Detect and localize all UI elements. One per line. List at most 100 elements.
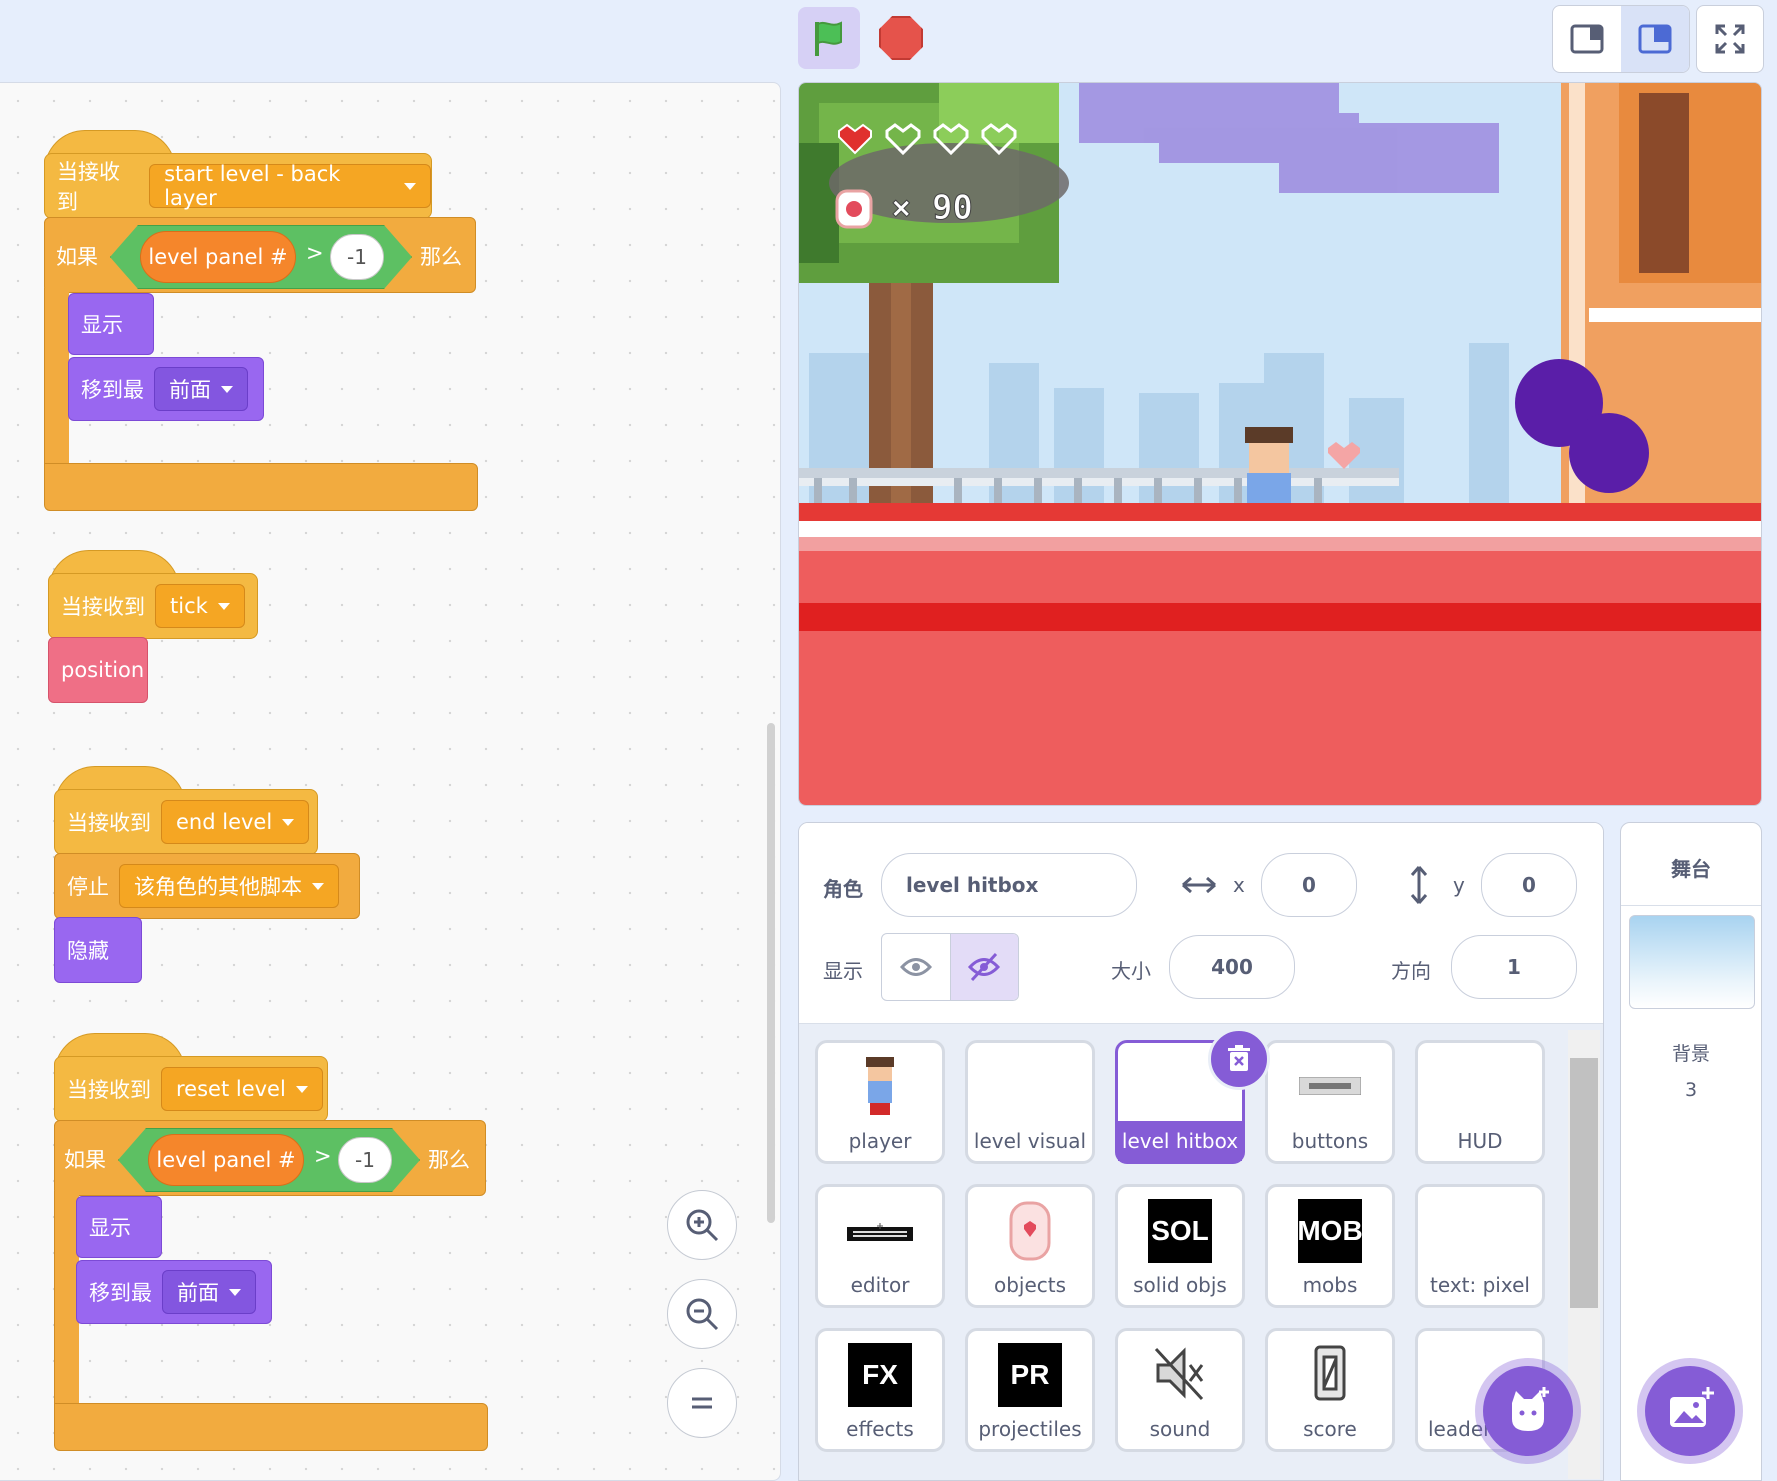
when-receive-block[interactable]: 当接收到 end level [54,789,318,855]
stop-option-dropdown[interactable]: 该角色的其他脚本 [119,864,339,908]
sprite-tile-text-pixel[interactable]: text: pixel [1415,1184,1545,1308]
block-label: 当接收到 [67,1078,151,1102]
show-block[interactable]: 显示 [76,1196,162,1258]
eye-icon [899,958,932,976]
fx-thumbnail: FX [848,1343,912,1407]
horizontal-arrows-icon [1182,876,1216,894]
small-stage-icon [1570,24,1604,54]
level-panel-reporter[interactable]: level panel # [140,231,296,283]
choose-backdrop-button[interactable] [1645,1366,1735,1456]
sprite-tile-label: player [848,1129,912,1153]
sprite-tile-score[interactable]: score [1265,1328,1395,1452]
choose-sprite-button[interactable] [1483,1366,1573,1456]
message-dropdown[interactable]: end level [161,800,310,844]
mob-thumbnail: MOB [1297,1199,1363,1263]
zoom-out-button[interactable] [667,1279,737,1349]
direction-input[interactable]: 1 [1451,935,1577,999]
direction-label: 方向 [1391,959,1431,983]
sprite-tile-objects[interactable]: objects [965,1184,1095,1308]
dropdown-value: 前面 [177,1281,219,1305]
sprite-tile-label: sound [1149,1417,1211,1441]
operator-symbol: > [314,1144,332,1168]
size-input[interactable]: 400 [1169,935,1295,999]
layer-dropdown[interactable]: 前面 [154,367,248,411]
dropdown-arrow-icon [282,818,295,826]
hide-sprite-button[interactable] [950,934,1018,1000]
block-label: position [61,658,145,682]
sprite-tile-sound[interactable]: sound [1115,1328,1245,1452]
sprite-tile-mobs[interactable]: MOB mobs [1265,1184,1395,1308]
block-label: 当接收到 [61,595,145,619]
stop-block[interactable]: 停止 该角色的其他脚本 [54,853,360,919]
hide-block[interactable]: 隐藏 [54,917,142,983]
compare-value-input[interactable]: -1 [330,234,384,280]
green-flag-icon [815,21,842,56]
sprite-tile-label: editor [850,1273,910,1297]
message-dropdown[interactable]: start level - back layer [149,162,431,210]
if-bottom [44,463,478,511]
when-receive-block[interactable]: 当接收到 tick [48,573,258,639]
show-label: 显示 [823,959,863,983]
normal-stage-button[interactable] [1621,6,1689,72]
level-panel-reporter[interactable]: level panel # [148,1134,304,1186]
top-bar [0,0,1777,82]
layer-dropdown[interactable]: 前面 [162,1270,256,1314]
sprite-tile-label: projectiles [978,1417,1082,1441]
block-label: 当接收到 [67,811,151,835]
backdrop-thumbnail[interactable] [1629,915,1755,1009]
thumbnail-text: SOL [1148,1199,1212,1263]
message-dropdown[interactable]: reset level [161,1067,323,1111]
dropdown-value: end level [176,810,273,834]
message-dropdown[interactable]: tick [155,584,245,628]
speaker-muted-icon [1152,1343,1208,1403]
vertical-arrows-icon [1410,866,1428,904]
sprite-tile-effects[interactable]: FX effects [815,1328,945,1452]
code-scrollbar[interactable] [767,723,775,1223]
fullscreen-icon [1715,24,1745,54]
sprite-tile-level-visual[interactable]: level visual [965,1040,1095,1164]
sprite-tile-label: objects [993,1273,1067,1297]
trash-icon [1228,1045,1250,1071]
custom-block-position[interactable]: position [48,637,148,703]
stop-button[interactable] [870,7,932,69]
sprite-tile-buttons[interactable]: buttons [1265,1040,1395,1164]
stage-canvas[interactable]: × 90 [798,82,1762,806]
go-to-layer-block[interactable]: 移到最 前面 [76,1260,272,1324]
small-stage-button[interactable] [1553,6,1621,72]
fullscreen-button[interactable] [1696,5,1764,73]
sprite-tile-player[interactable]: player [815,1040,945,1164]
sprite-list-scroll-thumb[interactable] [1570,1058,1598,1308]
when-receive-block[interactable]: 当接收到 reset level [54,1056,328,1122]
game-scene: × 90 [799,83,1761,805]
dropdown-value: reset level [176,1077,286,1101]
y-label: y [1453,873,1465,897]
sprite-tile-editor[interactable]: editor [815,1184,945,1308]
zoom-reset-button[interactable] [667,1368,737,1438]
dropdown-value: tick [170,594,208,618]
zero-digit-icon [1310,1343,1350,1403]
when-receive-block[interactable]: 当接收到 start level - back layer [44,153,432,219]
sprite-tile-projectiles[interactable]: PR projectiles [965,1328,1095,1452]
sprite-name-input[interactable]: level hitbox [881,853,1137,917]
pr-thumbnail: PR [998,1343,1062,1407]
zoom-in-button[interactable] [667,1190,737,1260]
dropdown-value: start level - back layer [164,162,341,210]
show-block[interactable]: 显示 [68,293,154,355]
block-label: 隐藏 [67,939,109,963]
cat-add-icon [1512,1387,1549,1431]
y-input[interactable]: 0 [1481,853,1577,917]
x-input[interactable]: 0 [1261,853,1357,917]
editor-banner-thumbnail [847,1223,913,1243]
compare-value-input[interactable]: -1 [338,1137,392,1183]
delete-sprite-button[interactable] [1208,1028,1270,1090]
green-flag-button[interactable] [798,7,860,69]
zoom-out-icon [686,1298,719,1331]
go-to-layer-block[interactable]: 移到最 前面 [68,357,264,421]
block-label: 当接收到 [57,160,120,214]
sprite-tile-hud[interactable]: HUD [1415,1040,1545,1164]
code-workspace[interactable]: 当接收到 start level - back layer 如果 level p… [0,82,781,1481]
thumbnail-text: PR [998,1343,1062,1407]
show-visible-button[interactable] [882,934,951,1000]
sprite-tile-solid-objs[interactable]: SOL solid objs [1115,1184,1245,1308]
player-thumbnail [860,1055,900,1119]
